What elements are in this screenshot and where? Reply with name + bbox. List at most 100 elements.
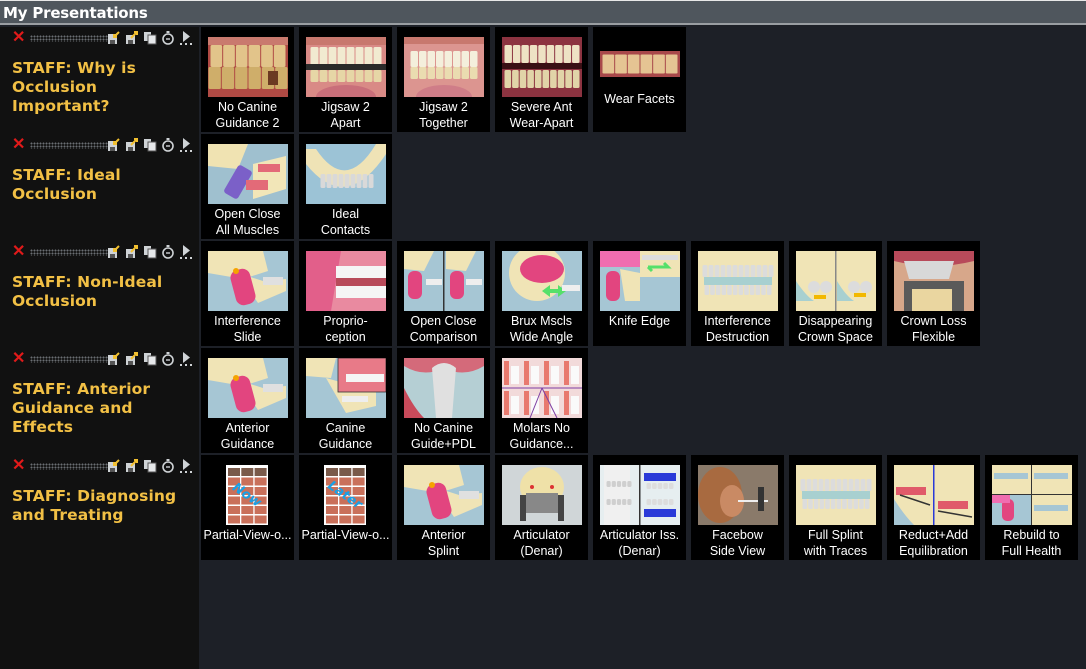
slide-tile[interactable]: Interference Destruction <box>691 241 784 346</box>
play-icon[interactable] <box>179 459 193 473</box>
copy-icon[interactable] <box>143 459 157 473</box>
presentation-header <box>0 562 199 669</box>
copy-icon[interactable] <box>143 138 157 152</box>
slide-thumbnail <box>404 251 484 311</box>
drag-handle[interactable] <box>30 463 116 470</box>
import-icon[interactable] <box>107 459 121 473</box>
slide-label: Full Splint with Traces <box>789 527 882 559</box>
presentation-header: ✕ STAFF: Diagnosing and Treating <box>0 455 199 562</box>
slide-label-line: Slide <box>233 330 262 344</box>
presentation-title[interactable]: STAFF: Diagnosing and Treating <box>12 487 197 525</box>
import-icon[interactable] <box>107 31 121 45</box>
slide-label: Brux Mscls Wide Angle <box>495 313 588 345</box>
slide-tile[interactable]: Molars No Guidance... <box>495 348 588 453</box>
slide-label: Jigsaw 2 Apart <box>299 99 392 131</box>
slide-label-line: Jigsaw 2 <box>419 100 468 114</box>
slide-label: Reduct+Add Equilibration <box>887 527 980 559</box>
slide-tile[interactable]: Reduct+Add Equilibration <box>887 455 980 560</box>
presentation-row: ✕ STAFF: Non-Ideal Occlusion Interference S… <box>0 241 1086 348</box>
slide-tile[interactable]: Jigsaw 2 Apart <box>299 27 392 132</box>
slide-label-line: Disappearing <box>798 314 873 328</box>
slide-tile[interactable]: Rebuild to Full Health <box>985 455 1078 560</box>
play-icon[interactable] <box>179 352 193 366</box>
export-icon[interactable] <box>125 352 139 366</box>
timer-icon[interactable] <box>161 138 175 152</box>
slide-label-line: Contacts <box>320 223 371 237</box>
slide-label-line: Side View <box>709 544 766 558</box>
slide-tile[interactable]: Severe Ant Wear-Apart <box>495 27 588 132</box>
delete-icon[interactable]: ✕ <box>12 244 26 260</box>
slide-tile[interactable]: No Canine Guide+PDL <box>397 348 490 453</box>
slide-tile[interactable]: Facebow Side View <box>691 455 784 560</box>
slide-thumbnail <box>404 37 484 97</box>
export-icon[interactable] <box>125 459 139 473</box>
delete-icon[interactable]: ✕ <box>12 458 26 474</box>
export-icon[interactable] <box>125 31 139 45</box>
slide-label-line: Wear-Apart <box>509 116 574 130</box>
slide-tile[interactable]: Ideal Contacts <box>299 134 392 239</box>
slide-tile[interactable]: Interference Slide <box>201 241 294 346</box>
presentation-row-partial <box>0 562 1086 669</box>
timer-icon[interactable] <box>161 31 175 45</box>
slide-label-line: Crown Space <box>797 330 874 344</box>
delete-icon[interactable]: ✕ <box>12 30 26 46</box>
slide-tile[interactable]: Open Close Comparison <box>397 241 490 346</box>
slide-tile[interactable]: Knife Edge <box>593 241 686 346</box>
slide-tile[interactable]: Canine Guidance <box>299 348 392 453</box>
slide-label-line: with Traces <box>803 544 868 558</box>
slide-tile[interactable]: Articulator (Denar) <box>495 455 588 560</box>
slide-tile[interactable]: Later Partial-View-o... <box>299 455 392 560</box>
slide-thumbnail <box>404 358 484 418</box>
slide-label-line: Interference <box>214 314 281 328</box>
slide-label-line: Molars No <box>513 421 570 435</box>
timer-icon[interactable] <box>161 245 175 259</box>
slide-label-line: Open Close <box>214 207 281 221</box>
export-icon[interactable] <box>125 245 139 259</box>
slide-tile[interactable]: Jigsaw 2 Together <box>397 27 490 132</box>
slide-tile[interactable]: Wear Facets <box>593 27 686 132</box>
import-icon[interactable] <box>107 138 121 152</box>
slide-tile[interactable]: Full Splint with Traces <box>789 455 882 560</box>
copy-icon[interactable] <box>143 31 157 45</box>
slide-label-line: Anterior <box>421 528 466 542</box>
play-icon[interactable] <box>179 245 193 259</box>
drag-handle[interactable] <box>30 35 116 42</box>
slide-label-line: All Muscles <box>215 223 280 237</box>
slide-thumbnail <box>796 251 876 311</box>
presentation-row: ✕ STAFF: Ideal Occlusion Open Close All Mus… <box>0 134 1086 241</box>
drag-handle[interactable] <box>30 249 116 256</box>
slide-tile[interactable]: Proprio-ception <box>299 241 392 346</box>
timer-icon[interactable] <box>161 352 175 366</box>
play-icon[interactable] <box>179 138 193 152</box>
slide-tile[interactable]: Now Partial-View-o... <box>201 455 294 560</box>
delete-icon[interactable]: ✕ <box>12 137 26 153</box>
slide-thumbnail <box>894 465 974 525</box>
slide-tile[interactable]: Crown Loss Flexible <box>887 241 980 346</box>
timer-icon[interactable] <box>161 459 175 473</box>
slide-tile[interactable]: Anterior Guidance <box>201 348 294 453</box>
slide-label-line: Interference <box>704 314 771 328</box>
slide-tile[interactable]: Articulator Iss. (Denar) <box>593 455 686 560</box>
slide-label: Open Close All Muscles <box>201 206 294 238</box>
delete-icon[interactable]: ✕ <box>12 351 26 367</box>
play-icon[interactable] <box>179 31 193 45</box>
drag-handle[interactable] <box>30 356 116 363</box>
presentation-title[interactable]: STAFF: Non-Ideal Occlusion <box>12 273 197 311</box>
import-icon[interactable] <box>107 245 121 259</box>
copy-icon[interactable] <box>143 245 157 259</box>
slide-tile[interactable]: Disappearing Crown Space <box>789 241 882 346</box>
presentation-title[interactable]: STAFF: Why is Occlusion Important? <box>12 59 197 116</box>
export-icon[interactable] <box>125 138 139 152</box>
copy-icon[interactable] <box>143 352 157 366</box>
slide-tile[interactable]: Anterior Splint <box>397 455 490 560</box>
presentation-title[interactable]: STAFF: Anterior Guidance and Effects <box>12 380 197 437</box>
slide-tile[interactable]: Open Close All Muscles <box>201 134 294 239</box>
slide-tile[interactable]: Brux Mscls Wide Angle <box>495 241 588 346</box>
slide-label-line: Apart <box>330 116 361 130</box>
slide-tile[interactable]: No Canine Guidance 2 <box>201 27 294 132</box>
presentation-title[interactable]: STAFF: Ideal Occlusion <box>12 166 197 204</box>
presentation-toolbar: ✕ <box>12 351 197 367</box>
slide-label-line: Rebuild to <box>1003 528 1060 542</box>
import-icon[interactable] <box>107 352 121 366</box>
drag-handle[interactable] <box>30 142 116 149</box>
